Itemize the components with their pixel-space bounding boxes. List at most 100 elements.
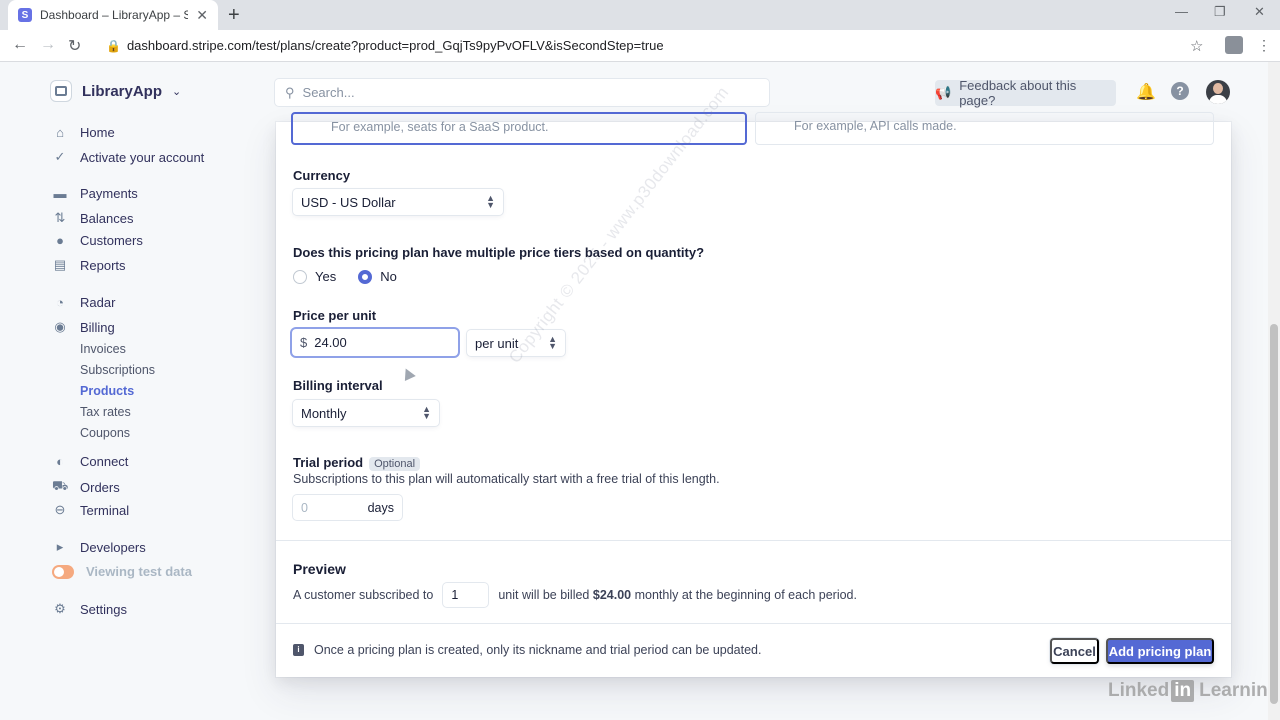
- radio-label: Yes: [315, 269, 337, 284]
- preview-text: unit will be billed $24.00 monthly at th…: [498, 588, 857, 602]
- search-placeholder: Search...: [302, 85, 355, 100]
- cancel-button[interactable]: Cancel: [1050, 638, 1099, 664]
- new-tab-icon[interactable]: +: [228, 4, 240, 27]
- sidebar-subitem-subscriptions[interactable]: Subscriptions: [80, 363, 155, 377]
- help-icon[interactable]: ?: [1171, 82, 1189, 100]
- forward-icon[interactable]: →: [40, 36, 56, 54]
- sidebar-item-label: Connect: [80, 454, 129, 469]
- select-arrows-icon: ▲ ▼: [422, 404, 431, 421]
- tiers-radio-yes[interactable]: Yes: [293, 269, 336, 284]
- url-text: dashboard.stripe.com/test/plans/create?p…: [126, 38, 664, 53]
- trial-period-label: Trial period Optional: [293, 455, 421, 471]
- sidebar-item-label: Orders: [80, 479, 120, 495]
- account-switcher[interactable]: LibraryApp ⌄: [50, 80, 181, 102]
- radio-button[interactable]: [358, 269, 373, 284]
- preview-title: Preview: [293, 561, 346, 577]
- address-bar: ← → ↻ 🔒 dashboard.stripe.com/test/plans/…: [0, 30, 1280, 62]
- bookmark-star-icon[interactable]: ☆: [1190, 37, 1203, 55]
- sidebar-item-radar[interactable]: ◔ Radar: [52, 295, 115, 310]
- radar-icon: ◔: [56, 295, 64, 310]
- browser-tab[interactable]: S Dashboard – LibraryApp – Stripe ✕: [8, 0, 218, 30]
- sidebar-item-payments[interactable]: ▬ Payments: [52, 186, 138, 201]
- currency-value: USD - US Dollar: [301, 194, 396, 210]
- tiers-radio-no[interactable]: No: [358, 269, 397, 284]
- currency-label: Currency: [293, 168, 351, 183]
- currency-select[interactable]: USD - US Dollar ▲ ▼: [293, 189, 503, 215]
- logo-in: in: [1171, 680, 1195, 702]
- preview-quantity-input[interactable]: 1: [443, 583, 488, 607]
- price-input[interactable]: $ 24.00: [292, 329, 458, 356]
- sidebar-subitem-products[interactable]: Products: [80, 384, 134, 398]
- sidebar-item-label: Settings: [80, 601, 127, 617]
- toggle-label: Viewing test data: [86, 564, 192, 579]
- minimize-icon[interactable]: —: [1175, 4, 1188, 19]
- bell-icon[interactable]: 🔔: [1136, 82, 1156, 102]
- search-icon: ⚲: [285, 84, 295, 100]
- search-input[interactable]: ⚲ Search...: [275, 79, 769, 106]
- sidebar-item-label: Billing: [80, 319, 115, 335]
- home-icon: ⌂: [56, 125, 64, 140]
- avatar[interactable]: [1206, 80, 1230, 104]
- close-tab-icon[interactable]: ✕: [196, 7, 208, 24]
- billing-icon: ◉: [54, 319, 66, 334]
- reload-icon[interactable]: ↻: [68, 36, 81, 56]
- sidebar-item-label: Radar: [80, 295, 116, 310]
- sidebar-item-label: Developers: [80, 539, 146, 555]
- sidebar-item-reports[interactable]: ▤ Reports: [52, 257, 126, 273]
- stripe-favicon-icon: S: [18, 8, 32, 22]
- sidebar-item-developers[interactable]: ▸ Developers: [52, 539, 146, 555]
- sidebar-item-orders[interactable]: ⛟ Orders: [52, 478, 120, 496]
- sidebar-item-label: Reports: [80, 257, 126, 273]
- sidebar-item-activate[interactable]: ✓ Activate your account: [52, 149, 205, 165]
- optional-badge: Optional: [369, 457, 421, 471]
- sidebar-item-customers[interactable]: ● Customers: [52, 233, 143, 248]
- usage-option-metered[interactable]: For example, API calls made.: [755, 112, 1214, 145]
- gear-icon: ⚙: [54, 601, 66, 616]
- trial-placeholder: 0: [301, 500, 308, 515]
- currency-symbol: $: [300, 335, 308, 350]
- billing-interval-select[interactable]: Monthly ▲ ▼: [293, 400, 439, 426]
- sidebar-subitem-coupons[interactable]: Coupons: [80, 426, 130, 440]
- footer-note: i Once a pricing plan is created, only i…: [293, 643, 762, 657]
- sidebar-item-balances[interactable]: ⇅ Balances: [52, 210, 134, 226]
- sidebar-item-terminal[interactable]: ⊖ Terminal: [52, 502, 130, 518]
- logo-text: Linked: [1108, 680, 1170, 701]
- back-icon[interactable]: ←: [12, 36, 28, 54]
- balances-icon: ⇅: [54, 210, 66, 225]
- sidebar-item-connect[interactable]: ◐ Connect: [52, 454, 128, 469]
- feedback-button[interactable]: 📢 Feedback about this page?: [935, 78, 1116, 108]
- trial-days-input[interactable]: 0 days: [293, 495, 402, 520]
- sidebar-subitem-tax-rates[interactable]: Tax rates: [80, 405, 131, 419]
- terminal-icon: ⊖: [54, 502, 66, 517]
- account-name: LibraryApp: [82, 82, 163, 100]
- restore-icon[interactable]: ❐: [1214, 4, 1226, 20]
- trial-help-text: Subscriptions to this plan will automati…: [293, 472, 720, 486]
- payments-icon: ▬: [53, 186, 67, 201]
- url-field[interactable]: 🔒 dashboard.stripe.com/test/plans/create…: [106, 38, 664, 53]
- footer-note-text: Once a pricing plan is created, only its…: [314, 643, 762, 657]
- page-scrollbar[interactable]: [1268, 62, 1280, 720]
- close-window-icon[interactable]: ✕: [1254, 4, 1265, 20]
- sidebar-item-home[interactable]: ⌂ Home: [52, 125, 115, 140]
- preview-text-after: monthly at the beginning of each period.: [634, 588, 857, 602]
- sidebar-item-label: Terminal: [80, 502, 130, 518]
- scrollbar-thumb[interactable]: [1270, 324, 1278, 704]
- sidebar-item-label: Balances: [80, 210, 134, 226]
- tiers-radio-group: Yes No: [293, 269, 397, 284]
- developers-icon: ▸: [56, 539, 64, 554]
- divider: [276, 540, 1231, 541]
- lock-icon: 🔒: [106, 38, 121, 53]
- sidebar-item-label: Home: [80, 125, 115, 140]
- profile-extension-icon[interactable]: [1225, 36, 1243, 54]
- test-data-toggle[interactable]: Viewing test data: [52, 564, 192, 579]
- sidebar: LibraryApp ⌄ ⌂ Home ✓ Activate your acco…: [0, 62, 260, 720]
- sidebar-item-billing[interactable]: ◉ Billing: [52, 319, 115, 335]
- radio-button[interactable]: [293, 269, 307, 284]
- radio-label: No: [380, 269, 397, 284]
- add-pricing-plan-button[interactable]: Add pricing plan: [1106, 638, 1214, 664]
- toggle-switch[interactable]: [52, 564, 74, 579]
- sidebar-item-settings[interactable]: ⚙ Settings: [52, 601, 127, 617]
- sidebar-subitem-invoices[interactable]: Invoices: [80, 342, 126, 356]
- browser-menu-icon[interactable]: ⋮: [1257, 37, 1271, 54]
- customers-icon: ●: [56, 233, 64, 248]
